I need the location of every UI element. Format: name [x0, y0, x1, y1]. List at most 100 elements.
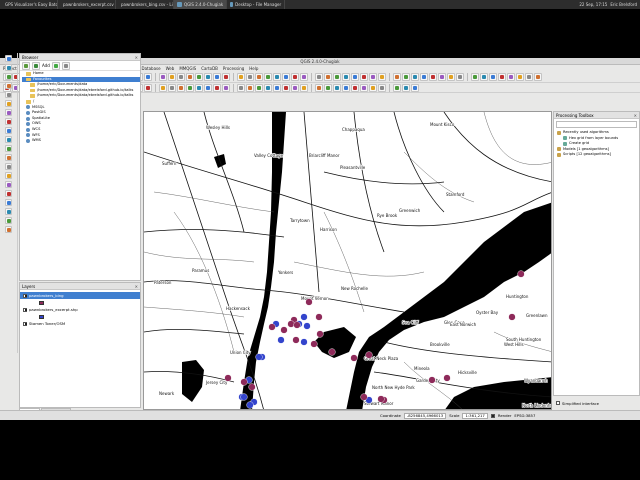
toolbar-tool-icon[interactable]	[360, 83, 368, 92]
toolbar-tool-icon[interactable]	[315, 73, 323, 81]
toolbar-tool-icon[interactable]	[447, 73, 455, 81]
toolbar-tool-icon[interactable]	[186, 73, 194, 81]
toolbar-tool-icon[interactable]	[168, 83, 176, 92]
toolbar-tool-icon[interactable]	[315, 83, 323, 92]
refresh-icon[interactable]	[22, 61, 30, 70]
digitize-tool-icon[interactable]	[5, 145, 12, 152]
toolbar-tool-icon[interactable]	[393, 73, 401, 81]
taskbar-app[interactable]: pawnbrokers_excerpt.csv - ...	[58, 0, 116, 9]
excerpt-point[interactable]	[300, 338, 308, 346]
browser-item[interactable]: WMS	[22, 138, 140, 144]
digitize-tool-icon[interactable]	[5, 163, 12, 170]
toolbar-tool-icon[interactable]	[342, 73, 350, 81]
digitize-tool-icon[interactable]	[5, 172, 12, 179]
bing-point[interactable]	[287, 320, 295, 328]
digitize-tool-icon[interactable]	[5, 55, 12, 62]
digitize-tool-icon[interactable]	[5, 226, 12, 233]
toolbar-tool-icon[interactable]	[300, 73, 308, 81]
taskbar-app[interactable]: pawnbrokers_bing.csv - Li...	[116, 0, 174, 9]
scale-field[interactable]: 1:361,217	[462, 412, 488, 419]
bing-point[interactable]	[224, 374, 232, 382]
toolbar-tool-icon[interactable]	[324, 83, 332, 92]
render-checkbox[interactable]	[490, 413, 495, 418]
toolbar-tool-icon[interactable]	[213, 83, 221, 92]
toolbar-tool-icon[interactable]	[393, 83, 401, 92]
toolbar-tool-icon[interactable]	[168, 73, 176, 81]
digitize-tool-icon[interactable]	[5, 181, 12, 188]
toolbar-tool-icon[interactable]	[369, 73, 377, 81]
processing-search-input[interactable]	[556, 121, 637, 128]
bing-point[interactable]	[280, 326, 288, 334]
toolbar-tool-icon[interactable]	[177, 73, 185, 81]
simplified-checkbox[interactable]	[556, 401, 560, 405]
toolbar-tool-icon[interactable]	[159, 83, 167, 92]
toolbar-tool-icon[interactable]	[378, 83, 386, 92]
toolbar-tool-icon[interactable]	[264, 83, 272, 92]
toolbar-tool-icon[interactable]	[333, 83, 341, 92]
toolbar-tool-icon[interactable]	[324, 73, 332, 81]
toolbar-tool-icon[interactable]	[282, 73, 290, 81]
digitize-tool-icon[interactable]	[5, 136, 12, 143]
bing-point[interactable]	[377, 395, 385, 403]
excerpt-point[interactable]	[300, 313, 308, 321]
toolbar-tool-icon[interactable]	[177, 83, 185, 92]
layer-visibility-checkbox[interactable]	[23, 293, 27, 298]
toolbar-tool-icon[interactable]	[159, 73, 167, 81]
bing-point[interactable]	[310, 340, 318, 348]
bing-point[interactable]	[316, 330, 324, 338]
toolbar-tool-icon[interactable]	[237, 83, 245, 92]
toolbar-tool-icon[interactable]	[480, 73, 488, 81]
excerpt-point[interactable]	[240, 393, 248, 401]
toolbar-tool-icon[interactable]	[273, 83, 281, 92]
toolbar-tool-icon[interactable]	[378, 73, 386, 81]
toolbar-tool-icon[interactable]	[360, 73, 368, 81]
menu-item-help[interactable]: Help	[249, 66, 258, 71]
digitize-tool-icon[interactable]	[5, 217, 12, 224]
toolbar-tool-icon[interactable]	[237, 73, 245, 81]
bing-point[interactable]	[328, 348, 336, 356]
toolbar-tool-icon[interactable]	[246, 83, 254, 92]
digitize-tool-icon[interactable]	[5, 154, 12, 161]
toolbar-tool-icon[interactable]	[402, 83, 410, 92]
browser-item[interactable]: /home/eric/Documents/data/ebrelsford.git…	[22, 93, 140, 99]
toolbar-tool-icon[interactable]	[291, 83, 299, 92]
toolbar-tool-icon[interactable]	[420, 73, 428, 81]
digitize-tool-icon[interactable]	[5, 73, 12, 80]
excerpt-point[interactable]	[246, 401, 254, 409]
toolbar-tool-icon[interactable]	[351, 73, 359, 81]
coordinate-field[interactable]: -8256845,4966013	[403, 412, 447, 419]
toolbar-tool-icon[interactable]	[525, 73, 533, 81]
toolbar-tool-icon[interactable]	[411, 73, 419, 81]
digitize-tool-icon[interactable]	[5, 64, 12, 71]
taskbar-app[interactable]: Desktop - File Manager	[227, 0, 286, 9]
excerpt-point[interactable]	[255, 353, 263, 361]
bing-point[interactable]	[248, 383, 256, 391]
toolbar-tool-icon[interactable]	[351, 83, 359, 92]
bing-point[interactable]	[508, 313, 516, 321]
digitize-tool-icon[interactable]	[5, 109, 12, 116]
toolbar-tool-icon[interactable]	[264, 73, 272, 81]
clock[interactable]: 22 Sep, 17:15	[579, 2, 607, 7]
simplified-interface-toggle[interactable]: Simplified interface	[553, 397, 640, 409]
toolbar-tool-icon[interactable]	[429, 73, 437, 81]
bing-point[interactable]	[305, 298, 313, 306]
toolbar-tool-icon[interactable]	[333, 73, 341, 81]
toolbar-tool-icon[interactable]	[246, 73, 254, 81]
menu-item-cartodb[interactable]: CartoDB	[201, 66, 218, 71]
close-icon[interactable]: ✕	[135, 284, 138, 289]
toolbar-tool-icon[interactable]	[516, 73, 524, 81]
layer-visibility-checkbox[interactable]	[23, 321, 27, 326]
digitize-tool-icon[interactable]	[5, 91, 12, 98]
toolbar-tool-icon[interactable]	[186, 83, 194, 92]
toolbar-tool-icon[interactable]	[255, 73, 263, 81]
close-icon[interactable]: ✕	[135, 55, 138, 60]
digitize-tool-icon[interactable]	[5, 82, 12, 89]
map-canvas[interactable]: Harrison Wesley Hills Suffern Valley Cottag…	[143, 111, 552, 410]
bing-point[interactable]	[517, 270, 525, 278]
digitize-tool-icon[interactable]	[5, 190, 12, 197]
layer-visibility-checkbox[interactable]	[23, 307, 27, 312]
layer-row[interactable]: pawnbrokers_excerpt.shp	[20, 306, 140, 313]
bing-point[interactable]	[443, 374, 451, 382]
crs-button[interactable]: EPSG:3857	[514, 413, 535, 418]
toolbar-tool-icon[interactable]	[369, 83, 377, 92]
